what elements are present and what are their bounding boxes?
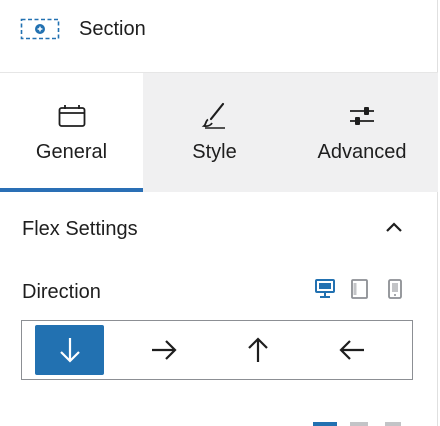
section-block-icon <box>20 18 60 40</box>
block-header: Section <box>0 0 438 73</box>
direction-button-group <box>21 320 413 380</box>
direction-column-button[interactable] <box>35 325 105 375</box>
direction-control: Direction <box>0 275 438 310</box>
mobile-icon-partial <box>385 422 401 426</box>
arrow-right-icon <box>151 340 177 360</box>
tab-label: Advanced <box>317 141 407 163</box>
tablet-icon-partial <box>350 422 368 426</box>
flex-settings-toggle[interactable]: Flex Settings <box>0 192 438 264</box>
direction-column-reverse-button[interactable] <box>224 325 293 375</box>
tab-style[interactable]: Style <box>143 73 286 192</box>
arrow-up-icon <box>248 337 268 362</box>
tab-label: General <box>35 141 108 163</box>
tablet-icon[interactable] <box>348 277 372 301</box>
arrow-left-icon <box>339 340 365 360</box>
block-settings-panel: Section General Style Advanced Flex Sett… <box>0 0 438 426</box>
desktop-icon[interactable] <box>313 277 337 301</box>
desktop-icon-partial <box>313 422 337 426</box>
flex-settings-title: Flex Settings <box>22 218 138 240</box>
tab-general[interactable]: General <box>0 73 143 192</box>
tab-label: Style <box>192 141 237 163</box>
block-title: Section <box>79 18 146 40</box>
direction-row-reverse-button[interactable] <box>318 325 387 375</box>
mobile-icon[interactable] <box>383 277 407 301</box>
calendar-icon <box>58 105 85 127</box>
direction-label: Direction <box>22 281 101 303</box>
tab-advanced[interactable]: Advanced <box>286 73 438 192</box>
direction-row-button[interactable] <box>129 325 198 375</box>
sliders-icon <box>350 107 374 125</box>
settings-tabs: General Style Advanced <box>0 73 438 192</box>
chevron-up-icon[interactable] <box>384 220 404 234</box>
arrow-down-icon <box>59 338 80 363</box>
brush-icon <box>201 102 225 129</box>
